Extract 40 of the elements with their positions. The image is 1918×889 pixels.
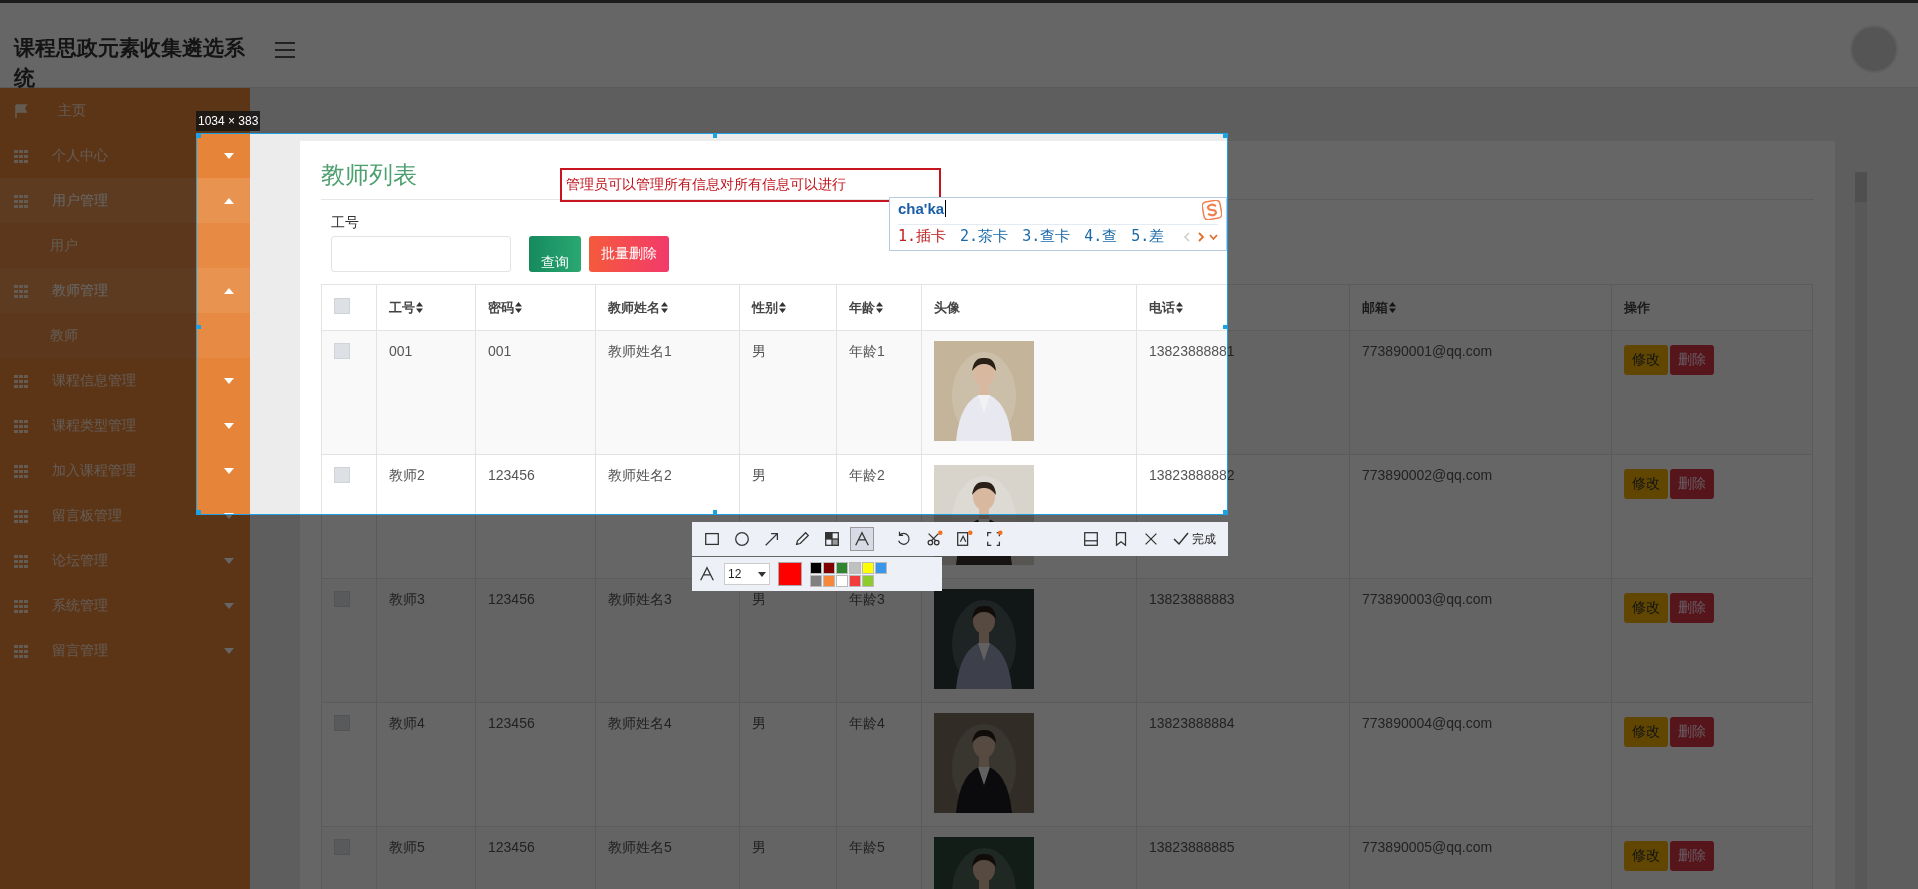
table-cell: 13823888885: [1149, 839, 1235, 855]
table-cell: 773890004@qq.com: [1362, 715, 1493, 731]
table-cell: 年龄4: [849, 715, 885, 731]
table-cell: 13823888884: [1149, 715, 1235, 731]
sidebar-item-label: 教师管理: [52, 281, 108, 300]
table-cell: 教师3: [389, 591, 425, 607]
table-cell: 男: [752, 715, 766, 731]
table-cell: 男: [752, 467, 766, 483]
size-label: 1034 × 383: [196, 111, 261, 131]
column-header: 操作: [1624, 298, 1650, 317]
table-cell: 773890001@qq.com: [1362, 343, 1493, 359]
table-cell: 教师姓名1: [608, 343, 672, 359]
table-cell: 教师2: [389, 467, 425, 483]
table-cell: 男: [752, 343, 766, 359]
sidebar-item-label: 用户管理: [52, 191, 108, 210]
table-cell: 001: [389, 343, 413, 359]
table-cell: 男: [752, 839, 766, 855]
table-cell: 773890003@qq.com: [1362, 591, 1493, 607]
table-cell: 123456: [488, 839, 535, 855]
field-label: 工号: [331, 214, 360, 232]
table-cell: 教师5: [389, 839, 425, 855]
table-cell: 教师4: [389, 715, 425, 731]
table-cell: 001: [488, 343, 512, 359]
table-cell: 年龄1: [849, 343, 885, 359]
column-header: 头像: [934, 298, 960, 317]
table-cell: 773890005@qq.com: [1362, 839, 1493, 855]
app-title: 课程思政元素收集遴选系统: [14, 35, 246, 91]
table-cell: 教师姓名5: [608, 839, 672, 855]
table-cell: 教师姓名3: [608, 591, 672, 607]
table-cell: 男: [752, 591, 766, 607]
table-cell: 教师姓名4: [608, 715, 672, 731]
table-cell: 13823888883: [1149, 591, 1235, 607]
table-cell: 年龄3: [849, 591, 885, 607]
table-cell: 123456: [488, 591, 535, 607]
table-cell: 123456: [488, 467, 535, 483]
table-cell: 年龄5: [849, 839, 885, 855]
table-cell: 教师姓名2: [608, 467, 672, 483]
table-cell: 123456: [488, 715, 535, 731]
table-cell: 年龄2: [849, 467, 885, 483]
table-cell: 773890002@qq.com: [1362, 467, 1493, 483]
